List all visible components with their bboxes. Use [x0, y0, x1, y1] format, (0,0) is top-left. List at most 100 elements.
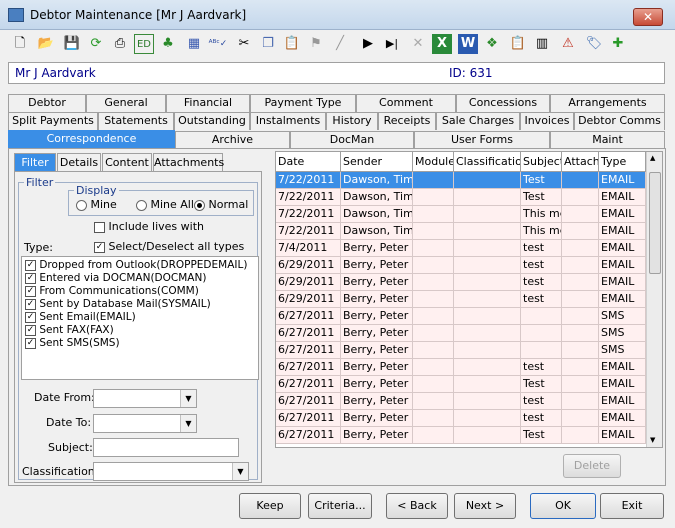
- cell-classification[interactable]: [454, 376, 521, 393]
- cell-subject[interactable]: test: [521, 291, 562, 308]
- scroll-up-icon[interactable]: ▲: [650, 154, 655, 162]
- cell-type[interactable]: EMAIL: [599, 376, 646, 393]
- cell-classification[interactable]: [454, 410, 521, 427]
- line-icon[interactable]: ╱: [330, 34, 350, 54]
- next-button[interactable]: Next >: [454, 493, 516, 519]
- cell-date[interactable]: 7/22/2011: [276, 223, 341, 240]
- col-header-sender[interactable]: Sender: [341, 152, 413, 172]
- cell-attach[interactable]: [562, 172, 599, 189]
- table-row[interactable]: 6/29/2011 Berry, Peter test EMAIL: [276, 257, 646, 274]
- table-row[interactable]: 7/22/2011Dawson, Timot Test EMAIL: [276, 172, 646, 189]
- cell-date[interactable]: 6/27/2011: [276, 308, 341, 325]
- date-from-picker[interactable]: ▼: [93, 389, 197, 408]
- type-item[interactable]: ✓ Sent SMS(SMS): [25, 337, 120, 350]
- scroll-thumb[interactable]: [649, 172, 661, 274]
- tab-docman[interactable]: DocMan: [290, 131, 414, 149]
- chevron-down-icon[interactable]: ▼: [232, 463, 248, 480]
- cell-type[interactable]: EMAIL: [599, 410, 646, 427]
- cell-sender[interactable]: Berry, Peter: [341, 325, 413, 342]
- cell-type[interactable]: EMAIL: [599, 257, 646, 274]
- paste-icon[interactable]: 📋: [282, 34, 302, 54]
- cell-attach[interactable]: [562, 325, 599, 342]
- tab-debtor-comms[interactable]: Debtor Comms: [574, 112, 665, 130]
- cell-module[interactable]: [413, 240, 454, 257]
- cell-subject[interactable]: This mes: [521, 206, 562, 223]
- cell-classification[interactable]: [454, 291, 521, 308]
- table-row[interactable]: 7/22/2011Dawson, Timot Test EMAIL: [276, 189, 646, 206]
- cell-sender[interactable]: Berry, Peter: [341, 240, 413, 257]
- tab-archive[interactable]: Archive: [175, 131, 290, 149]
- table-row[interactable]: 6/27/2011 Berry, Peter test EMAIL: [276, 393, 646, 410]
- cell-module[interactable]: [413, 274, 454, 291]
- tab-receipts[interactable]: Receipts: [378, 112, 436, 130]
- clipboard-icon[interactable]: 📋: [508, 34, 528, 54]
- chevron-down-icon[interactable]: ▼: [180, 390, 196, 407]
- cell-classification[interactable]: [454, 342, 521, 359]
- cell-sender[interactable]: Berry, Peter: [341, 410, 413, 427]
- cell-subject[interactable]: Test: [521, 427, 562, 444]
- col-header-type[interactable]: Type: [599, 152, 646, 172]
- cell-type[interactable]: SMS: [599, 308, 646, 325]
- calculator-icon[interactable]: ▦: [184, 34, 204, 54]
- tab-arrangements[interactable]: Arrangements: [550, 94, 665, 112]
- cell-module[interactable]: [413, 325, 454, 342]
- cell-attach[interactable]: [562, 376, 599, 393]
- cell-module[interactable]: [413, 257, 454, 274]
- type-check[interactable]: ✓: [25, 259, 36, 271]
- cell-module[interactable]: [413, 291, 454, 308]
- cell-classification[interactable]: [454, 240, 521, 257]
- cell-subject[interactable]: test: [521, 393, 562, 410]
- tab-payment-type[interactable]: Payment Type: [250, 94, 356, 112]
- cell-classification[interactable]: [454, 172, 521, 189]
- grid-scrollbar[interactable]: ▲ ▼: [646, 152, 662, 447]
- cell-classification[interactable]: [454, 325, 521, 342]
- cell-date[interactable]: 6/27/2011: [276, 342, 341, 359]
- cell-date[interactable]: 6/27/2011: [276, 393, 341, 410]
- cell-date[interactable]: 7/22/2011: [276, 172, 341, 189]
- subtab-filter[interactable]: Filter: [14, 153, 56, 172]
- cell-sender[interactable]: Berry, Peter: [341, 274, 413, 291]
- cell-sender[interactable]: Berry, Peter: [341, 291, 413, 308]
- subtab-attachments[interactable]: Attachments: [153, 153, 224, 172]
- cell-date[interactable]: 6/29/2011: [276, 274, 341, 291]
- cell-attach[interactable]: [562, 206, 599, 223]
- tab-financial[interactable]: Financial: [166, 94, 250, 112]
- cell-classification[interactable]: [454, 274, 521, 291]
- cell-type[interactable]: EMAIL: [599, 291, 646, 308]
- flag-icon[interactable]: ⚑: [306, 34, 326, 54]
- type-item[interactable]: ✓ From Communications(COMM): [25, 285, 199, 298]
- col-header-attach[interactable]: Attach: [562, 152, 599, 172]
- cell-attach[interactable]: [562, 359, 599, 376]
- table-row[interactable]: 6/27/2011 Berry, Peter Test EMAIL: [276, 427, 646, 444]
- classification-select[interactable]: ▼: [93, 462, 249, 481]
- radio-mine-all-dot[interactable]: [136, 199, 147, 211]
- type-check[interactable]: ✓: [25, 311, 36, 323]
- cell-type[interactable]: EMAIL: [599, 206, 646, 223]
- print-icon[interactable]: ⎙: [110, 34, 130, 54]
- cell-attach[interactable]: [562, 410, 599, 427]
- radio-mine[interactable]: Mine: [76, 198, 117, 211]
- cell-classification[interactable]: [454, 308, 521, 325]
- cell-date[interactable]: 6/27/2011: [276, 410, 341, 427]
- cell-module[interactable]: [413, 308, 454, 325]
- cell-attach[interactable]: [562, 342, 599, 359]
- cell-type[interactable]: EMAIL: [599, 393, 646, 410]
- cell-attach[interactable]: [562, 427, 599, 444]
- type-item[interactable]: ✓ Sent FAX(FAX): [25, 324, 114, 337]
- cell-sender[interactable]: Berry, Peter: [341, 376, 413, 393]
- subtab-details[interactable]: Details: [57, 153, 101, 172]
- cell-subject[interactable]: [521, 325, 562, 342]
- keep-button[interactable]: Keep: [239, 493, 301, 519]
- cell-type[interactable]: EMAIL: [599, 172, 646, 189]
- tab-user-forms[interactable]: User Forms: [414, 131, 550, 149]
- cell-classification[interactable]: [454, 223, 521, 240]
- type-check[interactable]: ✓: [25, 272, 36, 284]
- cell-sender[interactable]: Dawson, Timot: [341, 223, 413, 240]
- cell-subject[interactable]: Test: [521, 376, 562, 393]
- next-end-icon[interactable]: ▶|: [382, 34, 402, 54]
- cell-sender[interactable]: Dawson, Timot: [341, 172, 413, 189]
- cell-subject[interactable]: Test: [521, 172, 562, 189]
- col-header-classification[interactable]: Classification: [454, 152, 521, 172]
- save-icon[interactable]: 💾: [62, 34, 82, 54]
- cell-sender[interactable]: Dawson, Timot: [341, 206, 413, 223]
